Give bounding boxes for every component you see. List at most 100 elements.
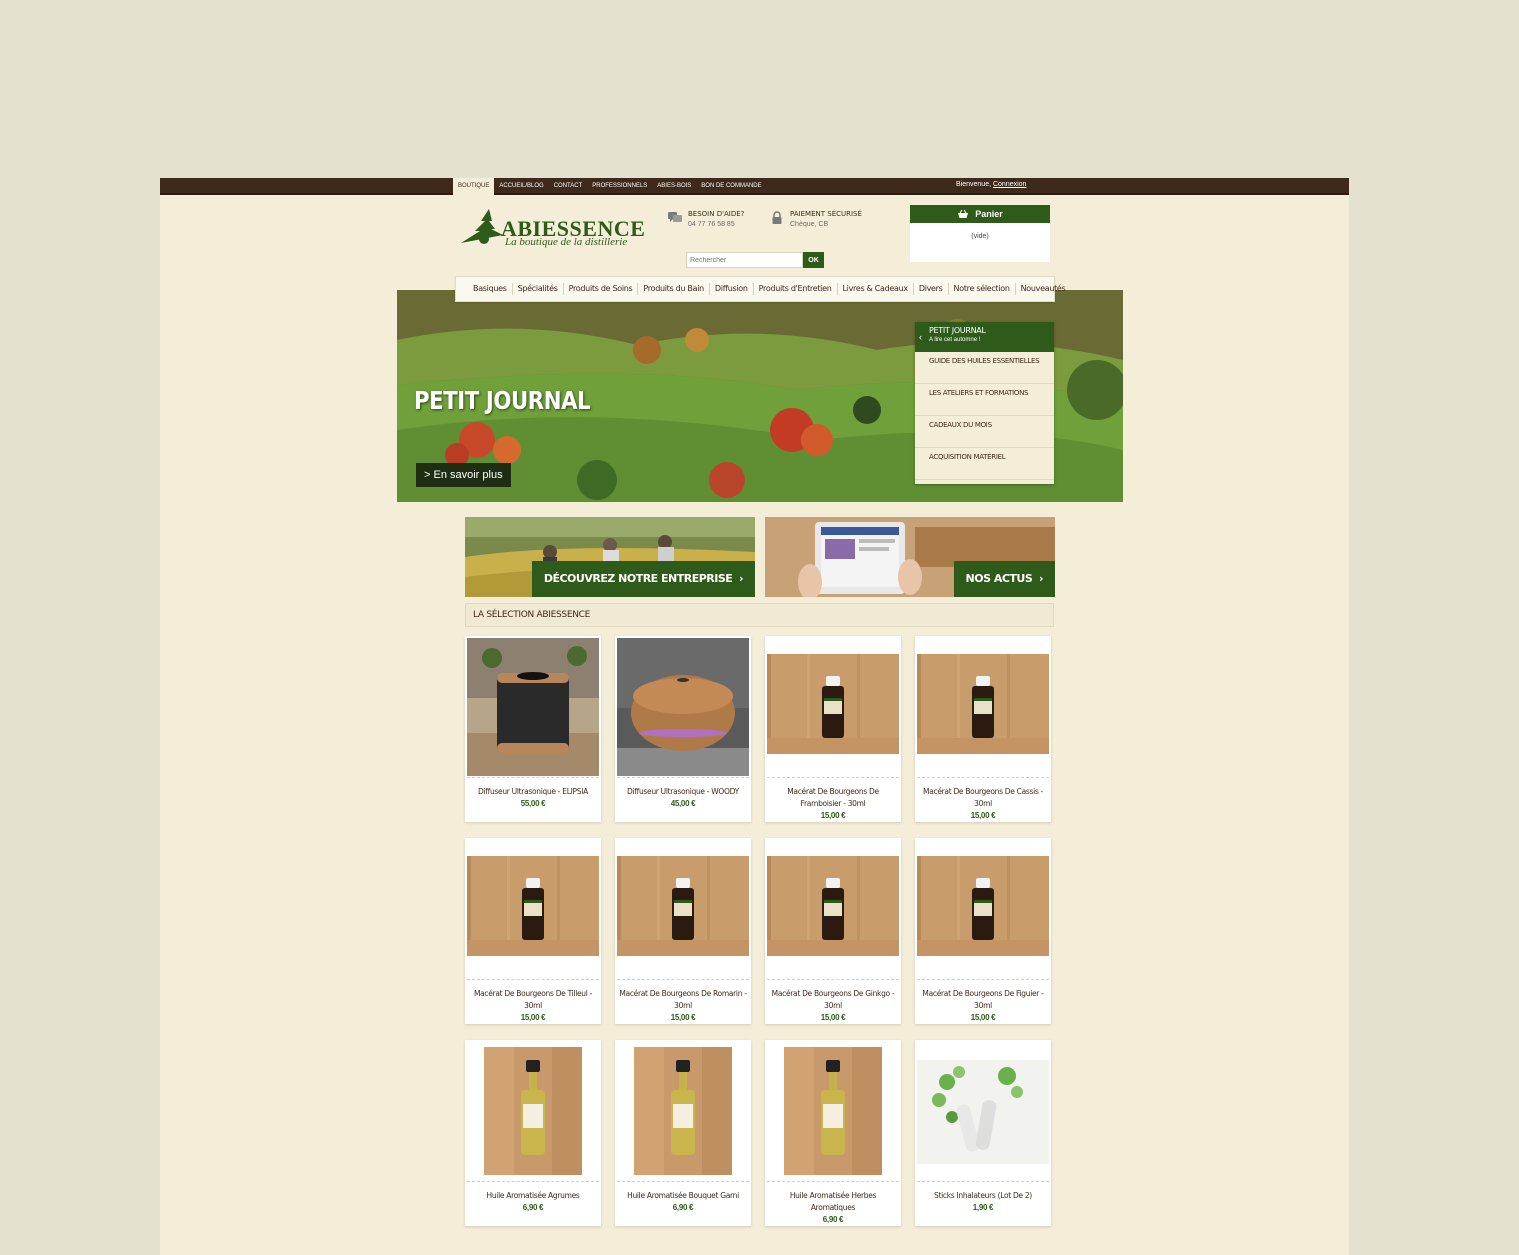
product-card[interactable]: Huile Aromatisée Agrumes 6,90 € <box>465 1040 601 1226</box>
search-button[interactable]: OK <box>803 252 824 268</box>
product-card[interactable]: Macérat De Bourgeons De Tilleul - 30ml 15… <box>465 838 601 1024</box>
padlock-icon <box>772 211 782 224</box>
nav-notre-selection[interactable]: Notre sélection <box>947 283 1015 295</box>
search-form: OK <box>686 252 824 268</box>
product-image[interactable] <box>467 638 599 776</box>
journal-header[interactable]: ‹ PETIT JOURNAL A lire cet automne ! <box>915 322 1054 352</box>
product-info: Macérat De Bourgeons De Ginkgo - 30ml 15,… <box>769 988 897 1024</box>
product-image[interactable] <box>767 638 899 776</box>
product-card[interactable]: Diffuseur Ultrasonique - WOODY 45,00 € <box>615 636 751 822</box>
nav-livres-cadeaux[interactable]: Livres & Cadeaux <box>836 283 913 295</box>
product-name[interactable]: Sticks Inhalateurs (Lot De 2) <box>919 1190 1047 1202</box>
nav-nouveautes[interactable]: Nouveautés <box>1014 283 1071 295</box>
promo-actus-label: NOS ACTUS › <box>953 561 1055 597</box>
divider <box>467 979 599 980</box>
nav-divers[interactable]: Divers <box>912 283 948 295</box>
login-link[interactable]: Connexion <box>993 181 1026 188</box>
nav-produits-entretien[interactable]: Produits d'Entretien <box>752 283 837 295</box>
payment-block: PAIEMENT SÉCURISÉ Chèque, CB <box>770 210 862 228</box>
product-image[interactable] <box>617 840 749 978</box>
divider <box>617 777 749 778</box>
fir-tree-logo-icon <box>461 209 503 244</box>
product-price: 15,00 € <box>670 1013 696 1022</box>
journal-item-ateliers[interactable]: LES ATELIERS ET FORMATIONS <box>915 384 1054 416</box>
product-price: 15,00 € <box>820 811 846 820</box>
website-frame: BOUTIQUE ACCUEIL/BLOG CONTACT PROFESSION… <box>160 178 1349 1255</box>
product-card[interactable]: Diffuseur Ultrasonique - ELIPSIA 55,00 € <box>465 636 601 822</box>
hero-title: PETIT JOURNAL <box>414 386 591 415</box>
journal-item-cadeaux[interactable]: CADEAUX DU MOIS <box>915 416 1054 448</box>
main-nav: Basiques Spécialités Produits de Soins P… <box>455 276 1066 302</box>
promo-entreprise[interactable]: DÉCOUVREZ NOTRE ENTREPRISE › <box>465 517 755 597</box>
promo-entreprise-label: DÉCOUVREZ NOTRE ENTREPRISE › <box>531 561 755 597</box>
nav-diffusion[interactable]: Diffusion <box>708 283 753 295</box>
product-name[interactable]: Macérat De Bourgeons De Tilleul - 30ml <box>469 988 597 1012</box>
product-card[interactable]: Macérat De Bourgeons De Framboisier - 30… <box>765 636 901 822</box>
product-info: Sticks Inhalateurs (Lot De 2) 1,90 € <box>919 1190 1047 1214</box>
product-image[interactable] <box>917 840 1049 978</box>
product-image[interactable] <box>617 638 749 776</box>
product-card[interactable]: Sticks Inhalateurs (Lot De 2) 1,90 € <box>915 1040 1051 1226</box>
product-image[interactable] <box>917 638 1049 776</box>
product-name[interactable]: Diffuseur Ultrasonique - ELIPSIA <box>469 786 597 798</box>
top-bar: BOUTIQUE ACCUEIL/BLOG CONTACT PROFESSION… <box>160 178 1349 195</box>
welcome-text: Bienvenue, Connexion <box>956 181 1027 188</box>
product-info: Macérat De Bourgeons De Tilleul - 30ml 15… <box>469 988 597 1024</box>
chevron-left-icon: ‹ <box>919 332 922 342</box>
product-image[interactable] <box>467 840 599 978</box>
product-card[interactable]: Macérat De Bourgeons De Romarin - 30ml 15… <box>615 838 751 1024</box>
divider <box>767 1181 899 1182</box>
product-image[interactable] <box>467 1042 599 1180</box>
product-price: 6,90 € <box>672 1203 694 1212</box>
product-info: Macérat De Bourgeons De Cassis - 30ml 15,… <box>919 786 1047 822</box>
product-name[interactable]: Huile Aromatisée Bouquet Garni <box>619 1190 747 1202</box>
product-price: 6,90 € <box>522 1203 544 1212</box>
cart-header[interactable]: Panier <box>910 205 1050 223</box>
product-name[interactable]: Macérat De Bourgeons De Figuier - 30ml <box>919 988 1047 1012</box>
promo-actus[interactable]: NOS ACTUS › <box>765 517 1055 597</box>
product-info: Huile Aromatisée Herbes Aromatiques 6,90 … <box>769 1190 897 1226</box>
product-info: Diffuseur Ultrasonique - ELIPSIA 55,00 € <box>469 786 597 810</box>
product-name[interactable]: Macérat De Bourgeons De Cassis - 30ml <box>919 786 1047 810</box>
journal-item-acquisition[interactable]: ACQUISITION MATÉRIEL <box>915 448 1054 480</box>
topnav-professionnels[interactable]: PROFESSIONNELS <box>587 178 652 195</box>
topnav-contact[interactable]: CONTACT <box>549 178 588 195</box>
topnav-boutique[interactable]: BOUTIQUE <box>453 178 495 195</box>
product-price: 15,00 € <box>520 1013 546 1022</box>
divider <box>617 1181 749 1182</box>
product-card[interactable]: Huile Aromatisée Bouquet Garni 6,90 € <box>615 1040 751 1226</box>
journal-item-guide[interactable]: GUIDE DES HUILES ESSENTIELLES <box>915 352 1054 384</box>
product-card[interactable]: Macérat De Bourgeons De Figuier - 30ml 15… <box>915 838 1051 1024</box>
divider <box>917 979 1049 980</box>
product-card[interactable]: Huile Aromatisée Herbes Aromatiques 6,90 … <box>765 1040 901 1226</box>
nav-produits-de-soins[interactable]: Produits de Soins <box>562 283 638 295</box>
divider <box>617 979 749 980</box>
product-name[interactable]: Diffuseur Ultrasonique - WOODY <box>619 786 747 798</box>
divider <box>767 777 899 778</box>
nav-produits-du-bain[interactable]: Produits du Bain <box>637 283 709 295</box>
product-name[interactable]: Macérat De Bourgeons De Ginkgo - 30ml <box>769 988 897 1012</box>
search-input[interactable] <box>686 252 803 268</box>
product-name[interactable]: Huile Aromatisée Agrumes <box>469 1190 597 1202</box>
product-name[interactable]: Huile Aromatisée Herbes Aromatiques <box>769 1190 897 1214</box>
nav-basiques[interactable]: Basiques <box>468 283 512 295</box>
topnav-bon-de-commande[interactable]: BON DE COMMANDE <box>696 178 766 195</box>
product-info: Huile Aromatisée Bouquet Garni 6,90 € <box>619 1190 747 1214</box>
product-image[interactable] <box>917 1042 1049 1180</box>
topnav-abies-bois[interactable]: ABIES-BOIS <box>652 178 696 195</box>
divider <box>767 979 899 980</box>
topnav-accueil-blog[interactable]: ACCUEIL/BLOG <box>494 178 548 195</box>
product-name[interactable]: Macérat De Bourgeons De Framboisier - 30… <box>769 786 897 810</box>
divider <box>467 777 599 778</box>
product-card[interactable]: Macérat De Bourgeons De Ginkgo - 30ml 15,… <box>765 838 901 1024</box>
hero-learn-more-button[interactable]: > En savoir plus <box>416 463 511 487</box>
product-name[interactable]: Macérat De Bourgeons De Romarin - 30ml <box>619 988 747 1012</box>
product-price: 6,90 € <box>822 1215 844 1224</box>
product-card[interactable]: Macérat De Bourgeons De Cassis - 30ml 15,… <box>915 636 1051 822</box>
nav-specialites[interactable]: Spécialités <box>511 283 563 295</box>
site-logo[interactable]: ABIESSENCE La boutique de la distillerie <box>457 207 645 255</box>
product-image[interactable] <box>767 840 899 978</box>
product-info: Macérat De Bourgeons De Figuier - 30ml 15… <box>919 988 1047 1024</box>
product-image[interactable] <box>617 1042 749 1180</box>
product-image[interactable] <box>767 1042 899 1180</box>
